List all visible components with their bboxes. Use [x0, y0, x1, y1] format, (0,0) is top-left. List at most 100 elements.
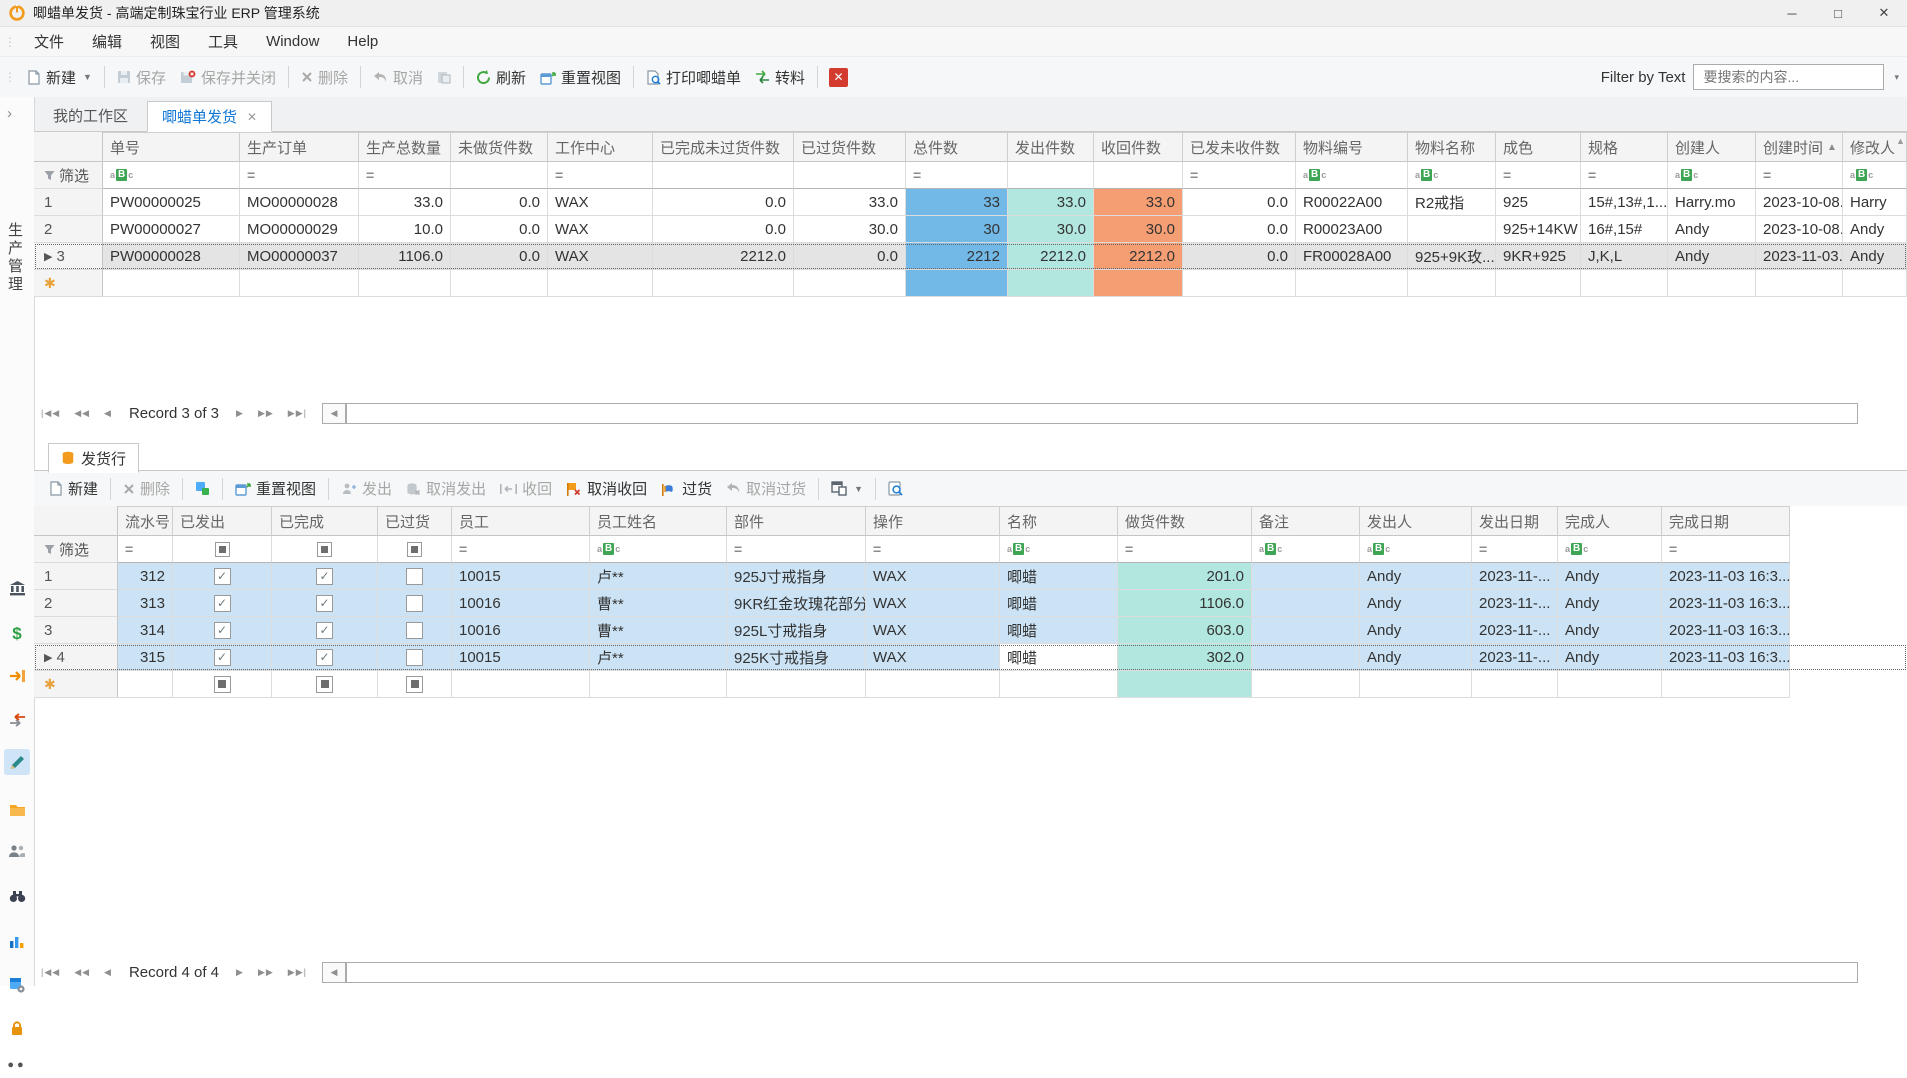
transfer-button[interactable]: 转料: [748, 62, 812, 93]
next-record-icon[interactable]: ▶: [229, 967, 251, 978]
new-row[interactable]: ✱: [34, 270, 1907, 297]
column-header[interactable]: 员工姓名: [590, 506, 727, 536]
abc-filter-icon[interactable]: aBc: [1303, 169, 1326, 181]
cell[interactable]: Andy: [1558, 590, 1662, 617]
column-header[interactable]: 完成日期: [1662, 506, 1790, 536]
new-row-cell[interactable]: [1668, 270, 1756, 297]
lock-icon[interactable]: [4, 1015, 30, 1041]
equals-filter-icon[interactable]: =: [734, 541, 742, 557]
cancel-receive-button[interactable]: 取消收回: [559, 473, 654, 504]
chevron-down-icon[interactable]: ▼: [854, 484, 863, 494]
checkbox[interactable]: [406, 649, 423, 666]
table-row[interactable]: 1PW00000025MO0000002833.00.0WAX0.033.033…: [34, 189, 1907, 216]
equals-filter-icon[interactable]: =: [125, 541, 133, 557]
equals-filter-icon[interactable]: =: [1588, 167, 1596, 183]
settings-box-icon[interactable]: [4, 972, 30, 998]
new-row-cell[interactable]: [451, 270, 548, 297]
row-indicator[interactable]: 1: [34, 563, 118, 590]
cell[interactable]: 唧蜡: [1000, 617, 1118, 644]
layout-options-button[interactable]: ▼: [824, 476, 870, 501]
column-header[interactable]: 已过货件数: [794, 132, 906, 162]
equals-filter-icon[interactable]: =: [366, 167, 374, 183]
filter-cell[interactable]: =: [240, 162, 359, 189]
return-icon[interactable]: [4, 707, 30, 733]
equals-filter-icon[interactable]: =: [1125, 541, 1133, 557]
checkbox[interactable]: [214, 676, 231, 693]
equals-filter-icon[interactable]: =: [459, 541, 467, 557]
print-button[interactable]: 打印唧蜡单: [639, 62, 748, 93]
abc-filter-icon[interactable]: aBc: [1415, 169, 1438, 181]
filter-cell[interactable]: =: [118, 536, 173, 563]
cell[interactable]: ✓: [272, 590, 378, 617]
equals-filter-icon[interactable]: =: [1190, 167, 1198, 183]
detail-tab-shipping-lines[interactable]: 发货行: [48, 443, 139, 473]
chevron-down-icon[interactable]: ▼: [83, 72, 92, 82]
cell[interactable]: 925: [1496, 189, 1581, 216]
filter-cell[interactable]: [173, 536, 272, 563]
send-arrow-icon[interactable]: [4, 663, 30, 689]
new-row-cell[interactable]: [103, 270, 240, 297]
column-header[interactable]: 已完成未过货件数: [653, 132, 794, 162]
toolbar-overflow-icon[interactable]: ▾: [1894, 72, 1899, 83]
new-row-cell[interactable]: [1496, 270, 1581, 297]
column-header[interactable]: 员工: [452, 506, 590, 536]
column-header[interactable]: 发出人: [1360, 506, 1472, 536]
cell[interactable]: 925+9K玫...: [1408, 243, 1496, 270]
cancel-send-button[interactable]: 取消发出: [399, 473, 493, 504]
new-row-cell[interactable]: [1000, 671, 1118, 698]
last-record-icon[interactable]: ▶▶|: [281, 408, 314, 419]
menu-help[interactable]: Help: [333, 29, 392, 54]
abc-filter-icon[interactable]: aBc: [1675, 169, 1698, 181]
cell[interactable]: 1106.0: [359, 243, 451, 270]
table-row[interactable]: 2PW00000027MO0000002910.00.0WAX0.030.030…: [34, 216, 1907, 243]
equals-filter-icon[interactable]: =: [913, 167, 921, 183]
cell[interactable]: 2212.0: [1094, 243, 1183, 270]
filter-cell[interactable]: aBc: [590, 536, 727, 563]
filter-cell[interactable]: [794, 162, 906, 189]
cell[interactable]: 2023-11-03 16:3...: [1662, 590, 1790, 617]
cell[interactable]: 2212.0: [653, 243, 794, 270]
cancel-button[interactable]: 取消: [366, 62, 430, 93]
checkbox[interactable]: ✓: [316, 568, 333, 585]
cell[interactable]: 30.0: [794, 216, 906, 243]
checkbox[interactable]: ✓: [316, 649, 333, 666]
new-row-cell[interactable]: [1252, 671, 1360, 698]
cell[interactable]: 曹**: [590, 617, 727, 644]
pass-button[interactable]: 过货: [654, 473, 719, 504]
cell[interactable]: WAX: [866, 590, 1000, 617]
column-header[interactable]: 工作中心: [548, 132, 653, 162]
filter-cell[interactable]: aBc: [1252, 536, 1360, 563]
prev-page-icon[interactable]: ◀◀: [67, 408, 97, 419]
row-indicator[interactable]: 3: [34, 617, 118, 644]
cell[interactable]: 30.0: [1094, 216, 1183, 243]
filter-cell[interactable]: aBc: [1360, 536, 1472, 563]
cell[interactable]: [378, 644, 452, 671]
cell[interactable]: 2023-11-03 16:3...: [1662, 617, 1790, 644]
filter-cell[interactable]: [1008, 162, 1094, 189]
equals-filter-icon[interactable]: =: [1669, 541, 1677, 557]
cell[interactable]: 2023-11-03 16:3...: [1662, 563, 1790, 590]
new-row-cell[interactable]: [1843, 270, 1907, 297]
filter-cell[interactable]: =: [548, 162, 653, 189]
table-row[interactable]: ▶4315✓✓10015卢**925K寸戒指身WAX唧蜡302.0Andy202…: [34, 644, 1907, 671]
table-row[interactable]: 2313✓✓10016曹**9KR红金玫瑰花部分WAX唧蜡1106.0Andy2…: [34, 590, 1907, 617]
cell[interactable]: 925L寸戒指身: [727, 617, 866, 644]
column-header[interactable]: 单号: [103, 132, 240, 162]
filter-cell[interactable]: [1094, 162, 1183, 189]
cell[interactable]: 10016: [452, 590, 590, 617]
filter-cell[interactable]: aBc: [1408, 162, 1496, 189]
cell[interactable]: J,K,L: [1581, 243, 1668, 270]
table-row[interactable]: 1312✓✓10015卢**925J寸戒指身WAX唧蜡201.0Andy2023…: [34, 563, 1907, 590]
cell[interactable]: R00023A00: [1296, 216, 1408, 243]
cell[interactable]: 314: [118, 617, 173, 644]
cell[interactable]: 唧蜡: [1000, 644, 1118, 671]
abc-filter-icon[interactable]: aBc: [597, 543, 620, 555]
checkbox[interactable]: ✓: [316, 622, 333, 639]
filter-cell[interactable]: [451, 162, 548, 189]
new-row-cell[interactable]: [1472, 671, 1558, 698]
column-header[interactable]: 操作: [866, 506, 1000, 536]
column-header[interactable]: 流水号: [118, 506, 173, 536]
cell[interactable]: [1252, 563, 1360, 590]
cell[interactable]: 2023-11-03 16:3...: [1662, 644, 1790, 671]
column-header[interactable]: 发出件数: [1008, 132, 1094, 162]
